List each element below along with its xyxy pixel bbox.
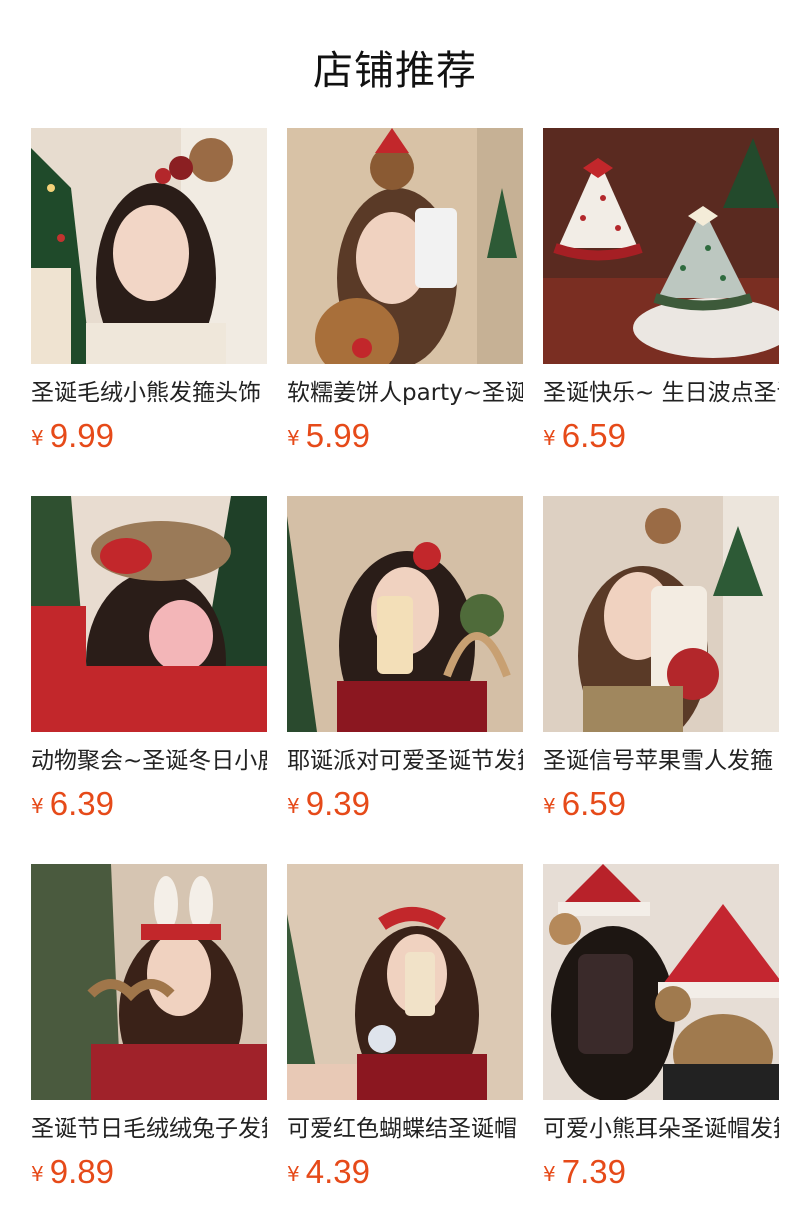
product-image[interactable] [31, 864, 267, 1100]
product-price: ¥9.89 [31, 1153, 114, 1191]
product-price: ¥6.59 [543, 417, 626, 455]
product-price: ¥6.39 [31, 785, 114, 823]
product-price: ¥9.99 [31, 417, 114, 455]
product-image[interactable] [287, 128, 523, 364]
product-name[interactable]: 软糯姜饼人party~圣诞 [287, 378, 523, 408]
product-card[interactable]: 软糯姜饼人party~圣诞 ¥5.99 [287, 128, 523, 496]
product-name[interactable]: 圣诞毛绒小熊发箍头饰 [31, 378, 267, 408]
product-name[interactable]: 耶诞派对可爱圣诞节发箍 [287, 746, 523, 776]
product-name[interactable]: 动物聚会~圣诞冬日小鹿 [31, 746, 267, 776]
product-name[interactable]: 圣诞信号苹果雪人发箍 [543, 746, 779, 776]
price-value: 9.89 [49, 1153, 114, 1190]
price-value: 9.99 [49, 417, 114, 454]
price-value: 7.39 [561, 1153, 626, 1190]
currency-symbol: ¥ [287, 1162, 300, 1186]
currency-symbol: ¥ [31, 1162, 44, 1186]
currency-symbol: ¥ [287, 794, 300, 818]
currency-symbol: ¥ [31, 794, 44, 818]
price-value: 5.99 [305, 417, 370, 454]
product-card[interactable]: 圣诞毛绒小熊发箍头饰 ¥9.99 [31, 128, 267, 496]
product-image[interactable] [543, 128, 779, 364]
currency-symbol: ¥ [543, 1162, 556, 1186]
product-name[interactable]: 可爱红色蝴蝶结圣诞帽 [287, 1114, 523, 1144]
product-price: ¥9.39 [287, 785, 370, 823]
product-price: ¥7.39 [543, 1153, 626, 1191]
currency-symbol: ¥ [543, 794, 556, 818]
price-value: 4.39 [305, 1153, 370, 1190]
currency-symbol: ¥ [543, 426, 556, 450]
product-image[interactable] [543, 496, 779, 732]
currency-symbol: ¥ [287, 426, 300, 450]
product-name[interactable]: 可爱小熊耳朵圣诞帽发箍 [543, 1114, 779, 1144]
page-title: 店铺推荐 [313, 48, 477, 94]
product-grid: 圣诞毛绒小熊发箍头饰 ¥9.99 软糯姜饼人party~圣诞 ¥5.99 圣诞快… [31, 128, 779, 1232]
product-card[interactable]: 圣诞快乐~ 生日波点圣诞帽 ¥6.59 [543, 128, 779, 496]
product-price: ¥4.39 [287, 1153, 370, 1191]
product-card[interactable]: 可爱小熊耳朵圣诞帽发箍 ¥7.39 [543, 864, 779, 1232]
product-card[interactable]: 可爱红色蝴蝶结圣诞帽 ¥4.39 [287, 864, 523, 1232]
product-name[interactable]: 圣诞节日毛绒绒兔子发箍 [31, 1114, 267, 1144]
product-name[interactable]: 圣诞快乐~ 生日波点圣诞帽 [543, 378, 779, 408]
product-image[interactable] [31, 128, 267, 364]
product-image[interactable] [543, 864, 779, 1100]
price-value: 6.59 [561, 785, 626, 822]
currency-symbol: ¥ [31, 426, 44, 450]
price-value: 9.39 [305, 785, 370, 822]
product-image[interactable] [287, 496, 523, 732]
product-card[interactable]: 圣诞节日毛绒绒兔子发箍 ¥9.89 [31, 864, 267, 1232]
product-card[interactable]: 圣诞信号苹果雪人发箍 ¥6.59 [543, 496, 779, 864]
product-image[interactable] [287, 864, 523, 1100]
product-card[interactable]: 耶诞派对可爱圣诞节发箍 ¥9.39 [287, 496, 523, 864]
product-price: ¥5.99 [287, 417, 370, 455]
price-value: 6.39 [49, 785, 114, 822]
price-value: 6.59 [561, 417, 626, 454]
product-price: ¥6.59 [543, 785, 626, 823]
product-image[interactable] [31, 496, 267, 732]
product-card[interactable]: 动物聚会~圣诞冬日小鹿 ¥6.39 [31, 496, 267, 864]
